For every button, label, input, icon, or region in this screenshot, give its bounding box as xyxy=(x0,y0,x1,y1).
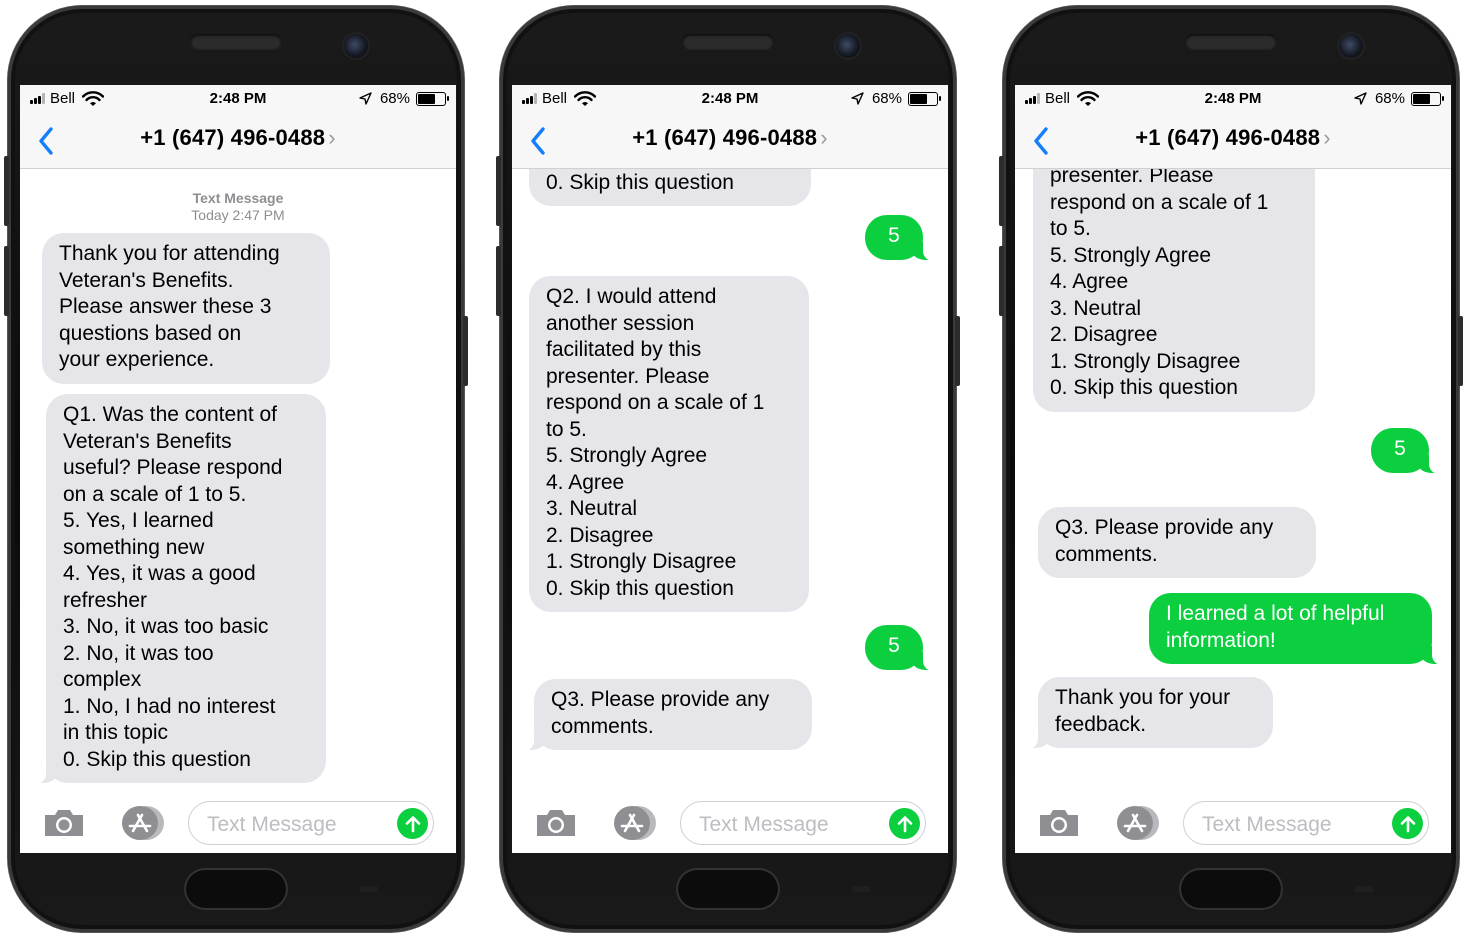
status-bar: Bell 2:48 PM 68% xyxy=(1015,85,1451,111)
compose-bar: Text Message xyxy=(20,791,456,853)
status-bar: Bell 2:48 PM 68% xyxy=(512,85,948,111)
arrow-up-icon xyxy=(897,815,912,832)
message-bubble-outgoing[interactable]: 5 xyxy=(1371,428,1439,473)
message-bubble-incoming[interactable]: Q2. I would attend another session facil… xyxy=(529,276,809,612)
front-camera xyxy=(836,34,860,58)
contact-number: +1 (647) 496-0488 xyxy=(1135,125,1321,150)
phone-1: Bell 2:48 PM 68% +1 (647) 496-0488 › Tex… xyxy=(4,6,468,932)
battery-percent: 68% xyxy=(871,90,902,107)
message-type-label: Text Message xyxy=(192,190,284,206)
contact-header[interactable]: +1 (647) 496-0488 › xyxy=(1015,125,1451,151)
home-button[interactable] xyxy=(676,868,780,910)
message-bubble-incoming[interactable]: Thank you for attending Veteran's Benefi… xyxy=(42,233,330,384)
send-button[interactable] xyxy=(1392,808,1423,839)
screen: Bell 2:48 PM 68% +1 (647) 4 xyxy=(20,85,456,853)
compose-bar: Text Message xyxy=(512,791,948,853)
power-button xyxy=(1458,316,1463,386)
contact-number: +1 (647) 496-0488 xyxy=(632,125,818,150)
message-day: Today xyxy=(191,207,229,223)
volume-up-button xyxy=(4,156,9,226)
location-arrow-icon xyxy=(1354,92,1367,105)
nav-bar: +1 (647) 496-0488 › xyxy=(20,111,456,169)
volume-down-button xyxy=(999,246,1004,316)
message-bubble-incoming[interactable]: Thank you for your feedback. xyxy=(1028,677,1273,749)
earpiece-speaker xyxy=(190,34,282,50)
battery-percent: 68% xyxy=(379,90,410,107)
message-bubble-outgoing[interactable]: 5 xyxy=(865,215,933,260)
message-bubble-incoming[interactable]: Q1. Was the content of Veteran's Benefit… xyxy=(36,394,326,784)
message-input[interactable]: Text Message xyxy=(680,801,926,845)
earpiece-speaker xyxy=(682,34,774,50)
message-input-placeholder: Text Message xyxy=(207,813,337,836)
location-arrow-icon xyxy=(851,92,864,105)
message-input[interactable]: Text Message xyxy=(1183,801,1429,845)
screen: Bell 2:48 PM 68% +1 (647) 4 xyxy=(1015,85,1451,853)
home-button[interactable] xyxy=(184,868,288,910)
message-bubble-incoming[interactable]: Q3. Please provide any comments. xyxy=(1038,507,1316,578)
phone-3: Bell 2:48 PM 68% +1 (647) 496-0488 › pre… xyxy=(999,6,1463,932)
power-button xyxy=(955,316,960,386)
home-button[interactable] xyxy=(1179,868,1283,910)
arrow-up-icon xyxy=(1400,815,1415,832)
message-list[interactable]: in this topic 0. Skip this question 5 Q2… xyxy=(512,169,948,789)
volume-up-button xyxy=(999,156,1004,226)
contact-header[interactable]: +1 (647) 496-0488 › xyxy=(512,125,948,151)
message-bubble-incoming[interactable]: Q3. Please provide any comments. xyxy=(524,679,812,751)
contact-number: +1 (647) 496-0488 xyxy=(140,125,326,150)
send-button[interactable] xyxy=(889,808,920,839)
location-arrow-icon xyxy=(359,92,372,105)
volume-down-button xyxy=(496,246,501,316)
screen: Bell 2:48 PM 68% +1 (647) 4 xyxy=(512,85,948,853)
send-button[interactable] xyxy=(397,808,428,839)
camera-icon[interactable] xyxy=(1037,808,1081,838)
battery-icon xyxy=(908,91,941,106)
nav-bar: +1 (647) 496-0488 › xyxy=(512,111,948,169)
battery-icon xyxy=(1411,91,1444,106)
message-list[interactable]: presenter. Please respond on a scale of … xyxy=(1015,169,1451,789)
contact-header[interactable]: +1 (647) 496-0488 › xyxy=(20,125,456,151)
message-time: 2:47 PM xyxy=(232,207,285,223)
nav-bar: +1 (647) 496-0488 › xyxy=(1015,111,1451,169)
camera-icon[interactable] xyxy=(42,808,86,838)
front-camera xyxy=(344,34,368,58)
volume-down-button xyxy=(4,246,9,316)
chevron-right-icon: › xyxy=(328,125,336,150)
message-input-placeholder: Text Message xyxy=(1202,813,1332,836)
soft-key xyxy=(852,886,870,892)
message-input-placeholder: Text Message xyxy=(699,813,829,836)
compose-bar: Text Message xyxy=(1015,791,1451,853)
arrow-up-icon xyxy=(405,815,420,832)
front-camera xyxy=(1339,34,1363,58)
volume-up-button xyxy=(496,156,501,226)
chevron-right-icon: › xyxy=(820,125,828,150)
message-timestamp: Text Message Today 2:47 PM xyxy=(20,190,456,224)
message-bubble-incoming[interactable]: in this topic 0. Skip this question xyxy=(529,169,811,206)
message-bubble-outgoing[interactable]: 5 xyxy=(865,625,933,670)
camera-icon[interactable] xyxy=(534,808,578,838)
chevron-right-icon: › xyxy=(1323,125,1331,150)
app-store-icon[interactable] xyxy=(1111,805,1161,841)
battery-icon xyxy=(416,91,449,106)
message-input[interactable]: Text Message xyxy=(188,801,434,845)
message-list[interactable]: Text Message Today 2:47 PM Thank you for… xyxy=(20,169,456,789)
app-store-icon[interactable] xyxy=(608,805,658,841)
app-store-icon[interactable] xyxy=(116,805,166,841)
status-bar: Bell 2:48 PM 68% xyxy=(20,85,456,111)
message-bubble-outgoing[interactable]: I learned a lot of helpful information! xyxy=(1149,593,1442,665)
message-bubble-incoming[interactable]: presenter. Please respond on a scale of … xyxy=(1033,169,1315,412)
battery-percent: 68% xyxy=(1374,90,1405,107)
power-button xyxy=(463,316,468,386)
soft-key xyxy=(360,886,378,892)
soft-key xyxy=(1355,886,1373,892)
earpiece-speaker xyxy=(1185,34,1277,50)
phone-2: Bell 2:48 PM 68% +1 (647) 496-0488 › 0. … xyxy=(496,6,960,932)
